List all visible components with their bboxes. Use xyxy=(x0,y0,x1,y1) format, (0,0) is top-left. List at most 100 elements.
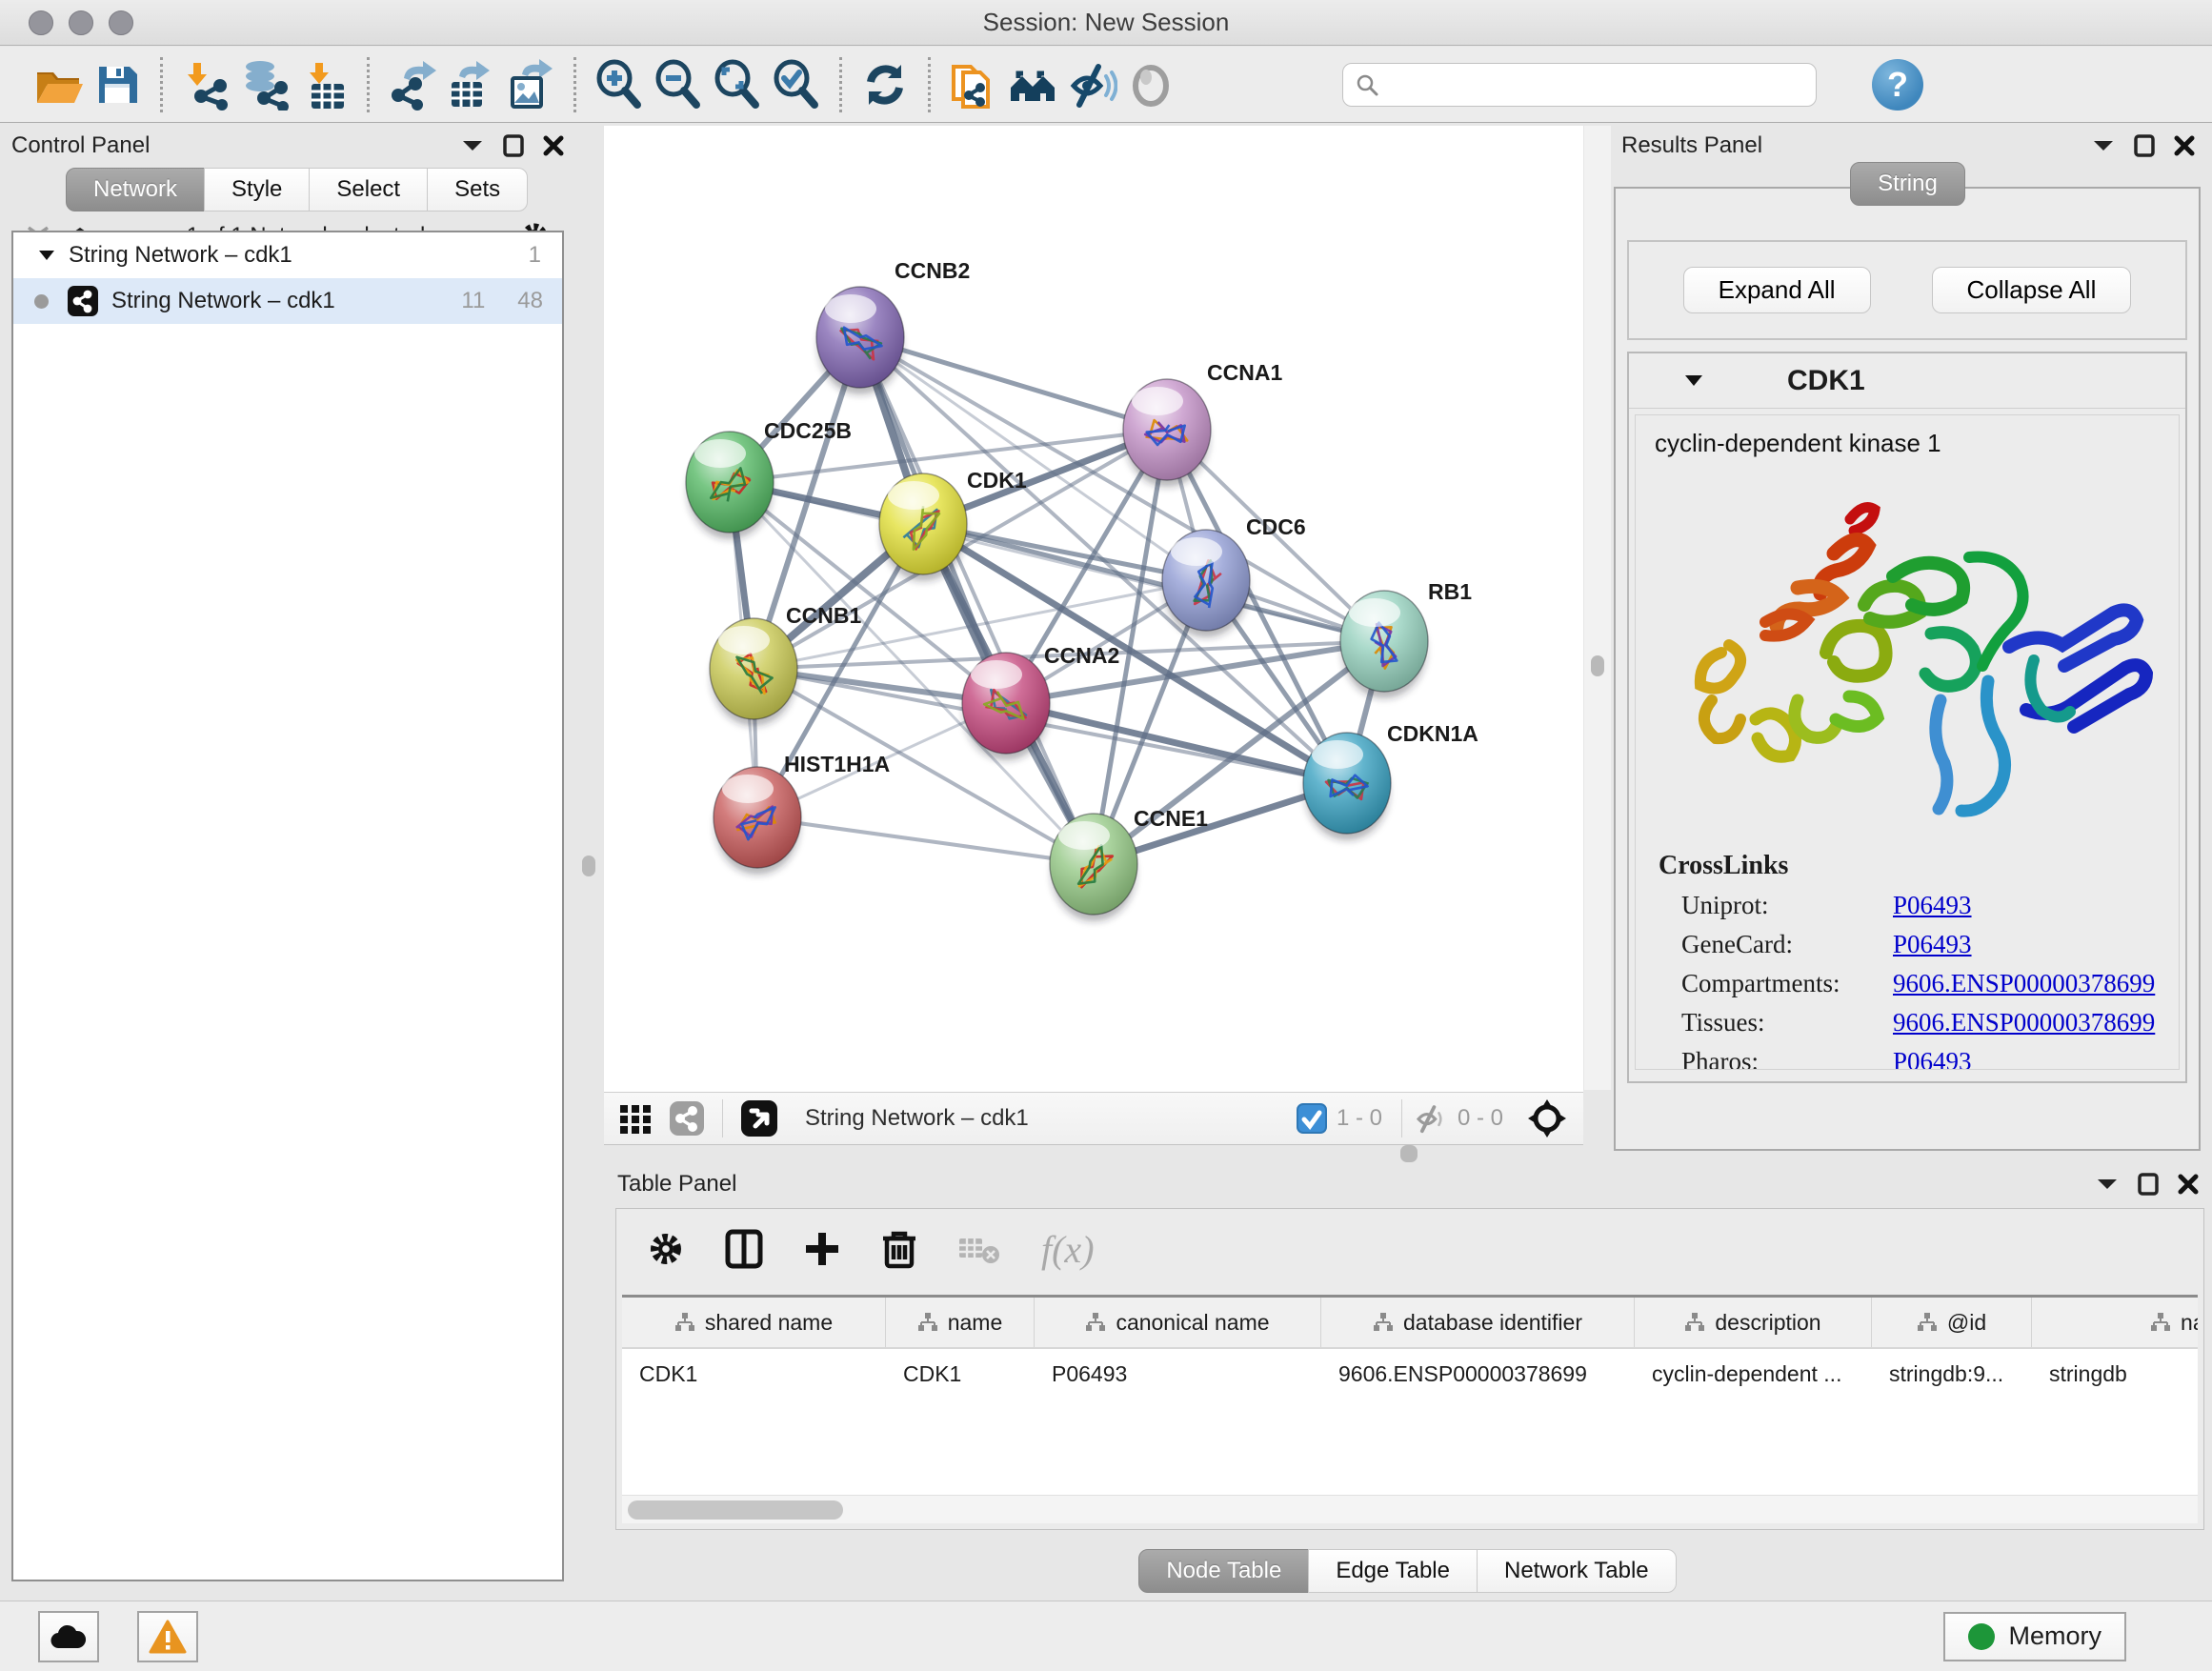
network-list-icon[interactable] xyxy=(669,1100,705,1137)
crosslink-link[interactable]: P06493 xyxy=(1893,891,1972,920)
crosslink-label: Uniprot: xyxy=(1681,891,1893,920)
network-canvas[interactable]: CCNB2CCNA1CDC25BCDK1CDC6RB1CCNB1CCNA2CDK… xyxy=(604,126,1583,1092)
hide-selected-button[interactable] xyxy=(1062,55,1121,114)
network-edge-CCNB2-CCNA1[interactable] xyxy=(860,337,1167,430)
column-header-database-identifier[interactable]: database identifier xyxy=(1321,1298,1635,1347)
tab-network-table[interactable]: Network Table xyxy=(1477,1549,1677,1593)
table-options-gear-icon[interactable] xyxy=(647,1230,685,1268)
float-panel-icon[interactable] xyxy=(2134,134,2155,157)
splitter-handle[interactable] xyxy=(1400,1145,1418,1162)
horizontal-scrollbar[interactable] xyxy=(622,1495,2198,1523)
crosslink-link[interactable]: 9606.ENSP00000378699 xyxy=(1893,969,2155,998)
tab-string[interactable]: String xyxy=(1850,162,1965,206)
export-network-button[interactable] xyxy=(383,55,442,114)
network-node-CCNA1[interactable]: CCNA1 xyxy=(1123,360,1282,487)
cell-canonical-name[interactable]: P06493 xyxy=(1035,1361,1321,1387)
close-panel-icon[interactable] xyxy=(2174,135,2195,156)
open-session-button[interactable] xyxy=(29,55,88,114)
save-session-button[interactable] xyxy=(88,55,147,114)
import-database-button[interactable] xyxy=(235,55,294,114)
network-row[interactable]: String Network – cdk1 11 48 xyxy=(13,278,562,324)
column-header-canonical-name[interactable]: canonical name xyxy=(1035,1298,1321,1347)
crosslink-link[interactable]: P06493 xyxy=(1893,1047,1972,1070)
column-header-description[interactable]: description xyxy=(1635,1298,1872,1347)
tab-network[interactable]: Network xyxy=(66,168,205,211)
grid-view-icon[interactable] xyxy=(619,1101,654,1136)
section-expander-icon[interactable] xyxy=(1684,374,1703,387)
float-panel-icon[interactable] xyxy=(2138,1173,2159,1196)
cell--id[interactable]: stringdb:9... xyxy=(1872,1361,2032,1387)
splitter-handle[interactable] xyxy=(582,856,595,876)
tab-node-table[interactable]: Node Table xyxy=(1138,1549,1309,1593)
delete-column-icon[interactable] xyxy=(881,1229,917,1269)
export-image-button[interactable] xyxy=(501,55,560,114)
crosslink-link[interactable]: 9606.ENSP00000378699 xyxy=(1893,1008,2155,1037)
zoom-selected-button[interactable] xyxy=(767,55,826,114)
column-header-name[interactable]: name xyxy=(886,1298,1035,1347)
collapse-panel-icon[interactable] xyxy=(461,139,484,152)
export-table-button[interactable] xyxy=(442,55,501,114)
column-header-namespace[interactable]: namespace xyxy=(2032,1298,2198,1347)
fit-content-crosshair-icon[interactable] xyxy=(1526,1097,1568,1139)
network-edge-HIST1H1A-CCNE1[interactable] xyxy=(757,817,1094,864)
tab-edge-table[interactable]: Edge Table xyxy=(1308,1549,1478,1593)
zoom-in-button[interactable] xyxy=(590,55,649,114)
network-node-RB1[interactable]: RB1 xyxy=(1340,579,1472,698)
left-splitter[interactable] xyxy=(575,126,602,1581)
network-node-CCNB2[interactable]: CCNB2 xyxy=(816,258,970,394)
refresh-button[interactable] xyxy=(855,55,915,114)
birdseye-toggle-icon[interactable] xyxy=(740,1099,778,1137)
close-panel-icon[interactable] xyxy=(543,135,564,156)
cell-database-identifier[interactable]: 9606.ENSP00000378699 xyxy=(1321,1361,1635,1387)
houses-icon xyxy=(1007,59,1058,111)
network-edge-CCNB2-CCNE1[interactable] xyxy=(860,337,1094,864)
search-input[interactable] xyxy=(1387,72,1804,97)
splitter-handle[interactable] xyxy=(1591,655,1604,676)
cell-name[interactable]: CDK1 xyxy=(886,1361,1035,1387)
show-all-button[interactable] xyxy=(1121,55,1180,114)
cell-namespace[interactable]: stringdb xyxy=(2032,1361,2198,1387)
network-node-CCNE1[interactable]: CCNE1 xyxy=(1050,806,1208,921)
network-edge-CDK1-RB1[interactable] xyxy=(923,524,1384,641)
expand-all-button[interactable]: Expand All xyxy=(1683,267,1871,313)
tree-expander-icon[interactable] xyxy=(38,250,55,261)
network-collection-row[interactable]: String Network – cdk1 1 xyxy=(13,232,562,278)
selected-checkbox-icon[interactable] xyxy=(1297,1103,1327,1134)
attribute-type-icon xyxy=(2150,1312,2171,1333)
cell-shared-name[interactable]: CDK1 xyxy=(622,1361,886,1387)
right-splitter[interactable] xyxy=(1584,126,1611,1090)
network-node-HIST1H1A[interactable]: HIST1H1A xyxy=(714,752,890,875)
collapse-panel-icon[interactable] xyxy=(2096,1178,2119,1191)
tab-style[interactable]: Style xyxy=(204,168,310,211)
share-file-button[interactable] xyxy=(944,55,1003,114)
scrollbar-thumb[interactable] xyxy=(628,1500,843,1520)
protein-header[interactable]: CDK1 xyxy=(1629,353,2185,409)
zoom-fit-button[interactable] xyxy=(708,55,767,114)
tab-sets[interactable]: Sets xyxy=(427,168,528,211)
float-panel-icon[interactable] xyxy=(503,134,524,157)
warning-status-button[interactable] xyxy=(137,1611,198,1662)
column-header--id[interactable]: @id xyxy=(1872,1298,2032,1347)
add-column-icon[interactable] xyxy=(803,1230,841,1268)
zoom-out-button[interactable] xyxy=(649,55,708,114)
attribute-type-icon xyxy=(1684,1312,1705,1333)
network-edge-CCNA2-CDKN1A[interactable] xyxy=(1006,703,1347,783)
import-network-button[interactable] xyxy=(176,55,235,114)
collapse-all-button[interactable]: Collapse All xyxy=(1932,267,2132,313)
tab-select[interactable]: Select xyxy=(309,168,428,211)
show-columns-icon[interactable] xyxy=(725,1229,763,1269)
network-node-CDKN1A[interactable]: CDKN1A xyxy=(1303,721,1478,840)
home-networks-button[interactable] xyxy=(1003,55,1062,114)
collapse-panel-icon[interactable] xyxy=(2092,139,2115,152)
column-header-shared-name[interactable]: shared name xyxy=(622,1298,886,1347)
crosslink-link[interactable]: P06493 xyxy=(1893,930,1972,959)
network-graph[interactable]: CCNB2CCNA1CDC25BCDK1CDC6RB1CCNB1CCNA2CDK… xyxy=(604,126,1583,1092)
network-node-CDC6[interactable]: CDC6 xyxy=(1162,514,1306,637)
help-button[interactable]: ? xyxy=(1872,59,1923,111)
cloud-status-button[interactable] xyxy=(38,1611,99,1662)
cell-description[interactable]: cyclin-dependent ... xyxy=(1635,1361,1872,1387)
close-panel-icon[interactable] xyxy=(2178,1174,2199,1195)
memory-button[interactable]: Memory xyxy=(1943,1612,2126,1661)
import-table-button[interactable] xyxy=(294,55,353,114)
table-row[interactable]: CDK1CDK1P064939606.ENSP00000378699cyclin… xyxy=(622,1349,2198,1399)
